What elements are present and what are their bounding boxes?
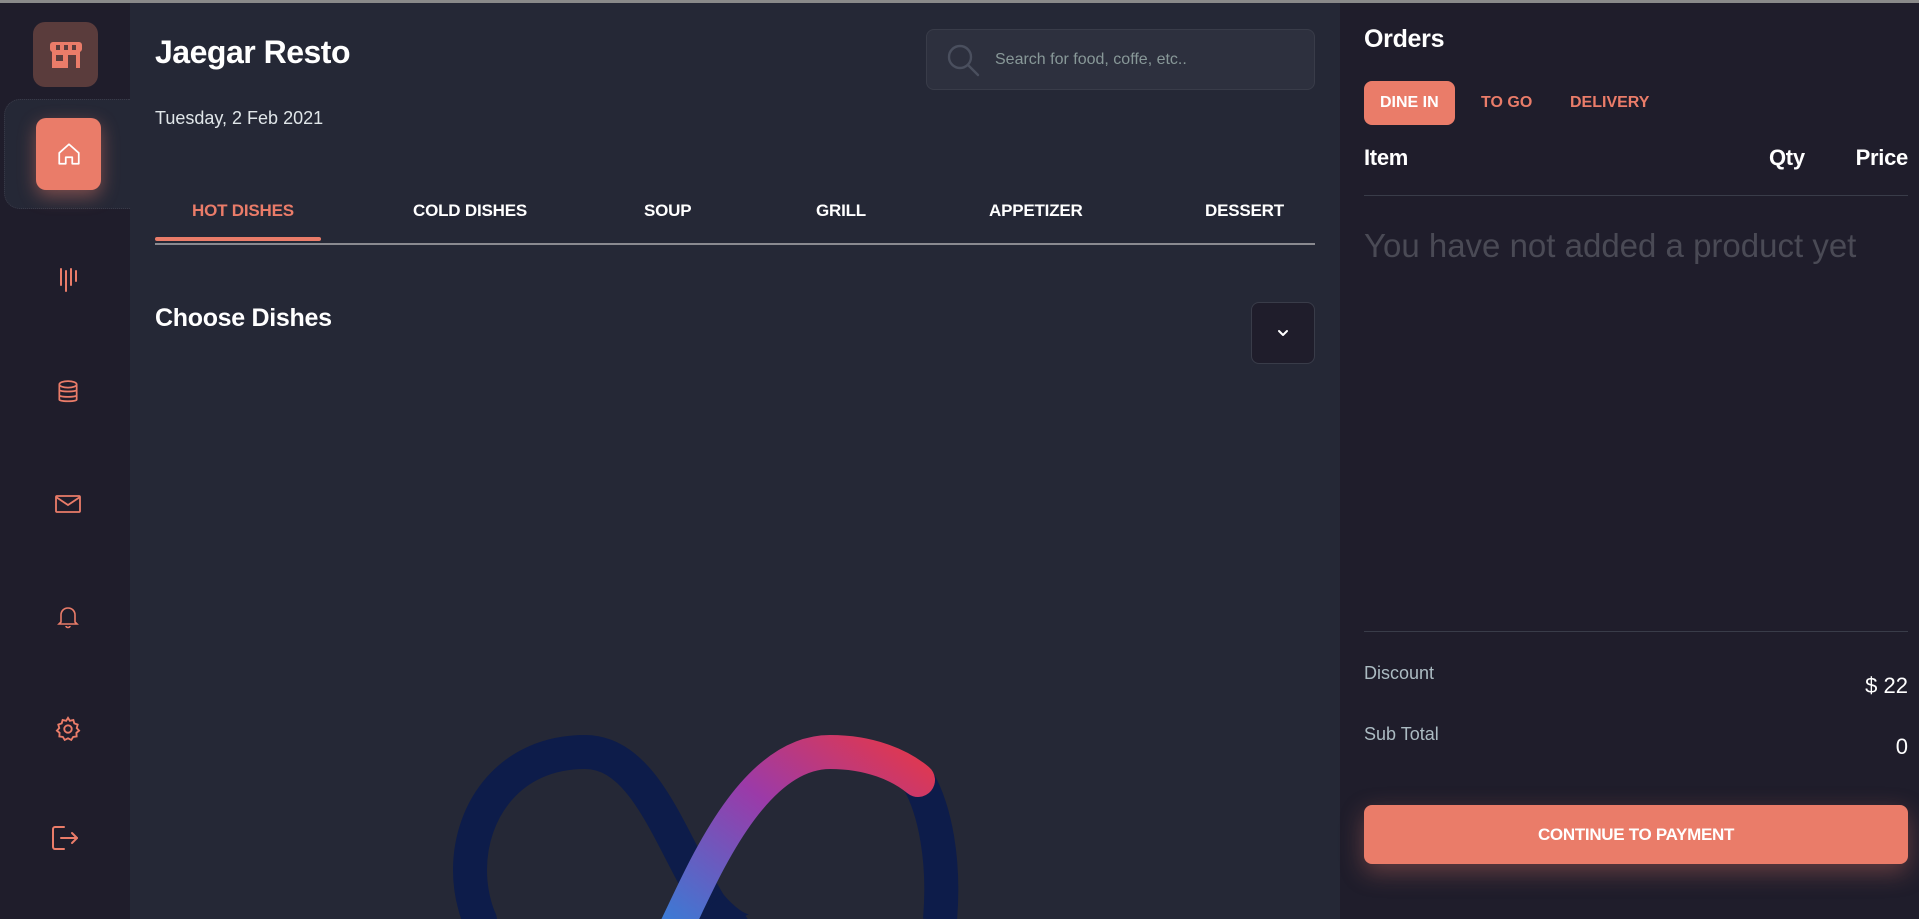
- active-tab-indicator: [155, 237, 321, 241]
- subtotal-label: Sub Total: [1364, 724, 1439, 744]
- column-header-price: Price: [1855, 145, 1909, 170]
- logout-icon: [52, 826, 78, 850]
- tab-appetizer[interactable]: APPETIZER: [989, 201, 1083, 221]
- continue-to-payment-button[interactable]: CONTINUE TO PAYMENT: [1364, 805, 1908, 864]
- order-type-to-go[interactable]: TO GO: [1481, 81, 1532, 125]
- column-header-item: Item: [1364, 145, 1409, 170]
- current-date: Tuesday, 2 Feb 2021: [155, 108, 324, 128]
- database-icon: [58, 380, 78, 403]
- mail-icon: [55, 495, 81, 513]
- orders-title: Orders: [1364, 25, 1445, 53]
- empty-cart-message: You have not added a product yet: [1364, 227, 1857, 264]
- tab-dessert[interactable]: DESSERT: [1205, 201, 1284, 221]
- column-header-qty: Qty: [1769, 145, 1805, 170]
- search-icon: [943, 40, 983, 80]
- chart-bars-icon: [60, 268, 77, 292]
- store-logo-icon[interactable]: [33, 22, 98, 87]
- order-type-dine-in[interactable]: DINE IN: [1364, 81, 1455, 125]
- discount-label: Discount: [1364, 663, 1435, 683]
- search-input[interactable]: Search for food, coffe, etc..: [926, 29, 1315, 90]
- tab-grill[interactable]: GRILL: [816, 201, 866, 221]
- discount-value: $ 22: [1865, 673, 1908, 698]
- nav-chart-button[interactable]: [48, 260, 88, 300]
- nav-logout-button[interactable]: [45, 818, 85, 858]
- subtotal-value: 0: [1895, 734, 1908, 759]
- page-title: Jaegar Resto: [155, 34, 350, 70]
- category-tabs: HOT DISHES COLD DISHES SOUP GRILL APPETI…: [155, 195, 1315, 245]
- nav-mail-button[interactable]: [48, 484, 88, 524]
- orders-panel: Orders DINE IN TO GO DELIVERY Item Qty P…: [1340, 3, 1919, 919]
- home-icon: [57, 143, 80, 165]
- tab-hot-dishes[interactable]: HOT DISHES: [192, 201, 294, 221]
- nav-database-button[interactable]: [48, 372, 88, 412]
- nav-settings-button[interactable]: [48, 709, 88, 749]
- loading-spinner-icon: [452, 734, 959, 919]
- sidebar: [0, 3, 130, 919]
- bell-icon: [57, 607, 79, 629]
- filter-dropdown[interactable]: [1251, 302, 1315, 364]
- tab-soup[interactable]: SOUP: [644, 201, 692, 221]
- nav-notifications-button[interactable]: [48, 597, 88, 637]
- nav-home-button[interactable]: [36, 118, 101, 190]
- search-placeholder: Search for food, coffe, etc..: [995, 50, 1187, 68]
- divider: [1364, 631, 1908, 632]
- section-title: Choose Dishes: [155, 304, 332, 332]
- gear-icon: [55, 716, 81, 742]
- order-type-delivery[interactable]: DELIVERY: [1570, 81, 1649, 125]
- tab-cold-dishes[interactable]: COLD DISHES: [413, 201, 527, 221]
- divider: [1364, 195, 1908, 196]
- chevron-down-icon: [1278, 330, 1288, 336]
